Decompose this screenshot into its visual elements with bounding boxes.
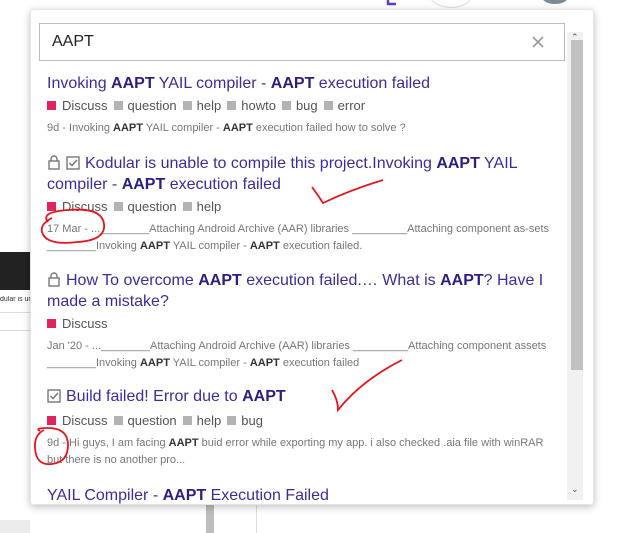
result-tags: Discuss question help xyxy=(47,199,561,215)
scrollbar-thumb[interactable] xyxy=(571,40,583,370)
tag-label[interactable]: bug xyxy=(296,98,318,113)
header-circle-button[interactable] xyxy=(428,0,474,8)
category-badge-icon xyxy=(47,101,56,110)
tag-label[interactable]: question xyxy=(128,199,177,214)
results-scrollbar[interactable]: ⌃ ⌄ xyxy=(567,32,583,500)
result-blurb: 17 Mar - ...________Attaching Android Ar… xyxy=(47,221,561,255)
result-tags: Discuss question help howto bug error xyxy=(47,98,561,114)
result-title-link[interactable]: Invoking AAPT YAIL compiler - AAPT execu… xyxy=(47,74,561,93)
highlighted-term: AAPT xyxy=(162,487,207,504)
highlighted-term: AAPT xyxy=(222,122,253,134)
tag-label[interactable]: question xyxy=(128,98,177,113)
text-fragment: execution failed how to solve ? xyxy=(252,122,406,134)
text-fragment: execution failed. xyxy=(279,240,363,252)
search-result-item[interactable]: Invoking AAPT YAIL compiler - AAPT execu… xyxy=(47,74,561,137)
lock-icon xyxy=(47,155,61,175)
result-title-link[interactable]: Kodular is unable to compile this projec… xyxy=(47,154,561,194)
highlighted-term: AAPT xyxy=(139,357,170,369)
highlighted-term: AAPT xyxy=(139,240,170,252)
tag-label[interactable]: howto xyxy=(241,98,276,113)
text-fragment: execution failed.… What is xyxy=(241,272,441,289)
text-fragment: 9d - Invoking xyxy=(47,122,114,134)
result-blurb: 9d - Invoking AAPT YAIL compiler - AAPT … xyxy=(47,120,561,137)
text-fragment: How To overcome xyxy=(66,272,199,289)
tag-icon xyxy=(113,416,123,425)
tag-icon xyxy=(182,416,192,425)
result-tags: Discuss question help bug xyxy=(47,413,561,429)
search-dropdown-panel: Invoking AAPT YAIL compiler - AAPT execu… xyxy=(30,9,594,505)
tag-icon xyxy=(227,101,237,110)
highlighted-term: AAPT xyxy=(270,75,315,92)
text-fragment: Invoking xyxy=(47,75,112,92)
tag-icon xyxy=(281,101,291,110)
text-fragment: Execution Failed xyxy=(206,487,329,504)
category-badge-icon xyxy=(47,319,56,328)
tag-icon xyxy=(182,202,192,211)
tag-icon xyxy=(227,416,237,425)
result-title-link[interactable]: Build failed! Error due to AAPT xyxy=(47,387,561,408)
highlighted-term: AAPT xyxy=(249,357,280,369)
close-icon[interactable] xyxy=(528,32,548,52)
text-fragment: YAIL Compiler - xyxy=(47,487,163,504)
text-fragment: Kodular is unable to compile this projec… xyxy=(85,155,437,172)
highlighted-term: AAPT xyxy=(168,437,199,449)
search-result-item[interactable]: How To overcome AAPT execution failed.… … xyxy=(47,271,561,372)
highlighted-term: AAPT xyxy=(242,388,286,405)
tag-label[interactable]: question xyxy=(128,413,177,428)
text-fragment: execution failed xyxy=(314,75,430,92)
avatar[interactable] xyxy=(542,0,568,4)
lock-icon xyxy=(47,272,61,292)
tag-icon xyxy=(113,202,123,211)
result-title-link[interactable]: YAIL Compiler - AAPT Execution Failed xyxy=(47,486,561,504)
highlighted-term: AAPT xyxy=(436,155,480,172)
highlighted-term: AAPT xyxy=(440,272,484,289)
highlighted-term: AAPT xyxy=(121,176,166,193)
text-fragment: YAIL compiler - xyxy=(154,75,271,92)
search-box xyxy=(39,23,565,61)
tag-label[interactable]: help xyxy=(197,98,222,113)
highlighted-term: AAPT xyxy=(113,122,143,134)
category-badge-icon xyxy=(47,416,56,425)
tag-label[interactable]: error xyxy=(338,98,365,113)
background-snippet: dular is unab xyxy=(0,296,30,303)
search-result-item[interactable]: YAIL Compiler - AAPT Execution Failed xyxy=(47,486,561,504)
text-fragment: 9d - Hi guys, I am facing xyxy=(47,437,169,449)
tag-label[interactable]: bug xyxy=(241,413,263,428)
result-blurb: Jan '20 - ...________Attaching Android A… xyxy=(47,338,561,372)
background-divider xyxy=(0,330,30,331)
text-fragment: YAIL compiler - xyxy=(143,122,223,134)
text-fragment: YAIL compiler - xyxy=(169,357,250,369)
category-label[interactable]: Discuss xyxy=(62,316,108,331)
result-title-link[interactable]: How To overcome AAPT execution failed.… … xyxy=(47,271,561,311)
background-divider xyxy=(0,312,30,313)
background-dark-block xyxy=(0,252,30,290)
tag-label[interactable]: help xyxy=(197,199,222,214)
tag-icon xyxy=(113,101,123,110)
tag-label[interactable]: help xyxy=(197,413,222,428)
scroll-down-icon[interactable]: ⌄ xyxy=(571,484,579,495)
highlighted-term: AAPT xyxy=(198,272,242,289)
background-gray-block xyxy=(0,520,30,533)
result-blurb: 9d - Hi guys, I am facing AAPT buid erro… xyxy=(47,435,561,469)
checkbox-icon xyxy=(47,388,61,408)
highlighted-term: AAPT xyxy=(111,75,155,92)
search-result-item[interactable]: Build failed! Error due to AAPT Discuss qu… xyxy=(47,387,561,469)
text-fragment: execution failed xyxy=(165,176,281,193)
text-fragment: Build failed! Error due to xyxy=(66,388,243,405)
tag-icon xyxy=(182,101,192,110)
text-fragment: YAIL compiler - xyxy=(169,240,250,252)
category-badge-icon xyxy=(47,202,56,211)
tag-icon xyxy=(323,101,333,110)
checkbox-icon xyxy=(66,155,80,175)
highlighted-term: AAPT xyxy=(249,240,280,252)
text-fragment: execution failed xyxy=(279,357,360,369)
category-label[interactable]: Discuss xyxy=(62,199,108,214)
result-tags: Discuss xyxy=(47,316,561,332)
category-label[interactable]: Discuss xyxy=(62,98,108,113)
chat-icon[interactable] xyxy=(386,0,406,6)
search-result-item[interactable]: Kodular is unable to compile this projec… xyxy=(47,154,561,255)
category-label[interactable]: Discuss xyxy=(62,413,108,428)
search-results: Invoking AAPT YAIL compiler - AAPT execu… xyxy=(31,70,565,504)
search-input[interactable] xyxy=(40,24,532,60)
